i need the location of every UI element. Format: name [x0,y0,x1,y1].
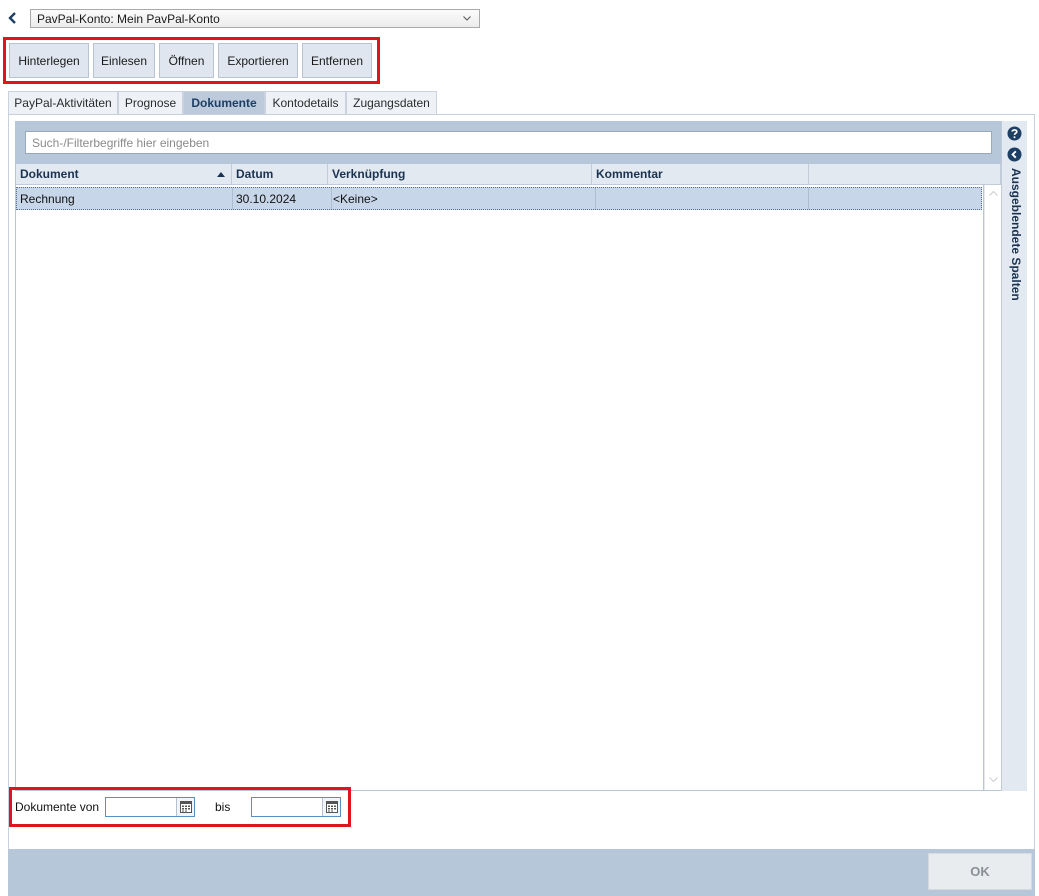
table-body [16,185,983,790]
oeffnen-button[interactable]: Öffnen [159,43,214,78]
scroll-down-icon[interactable] [988,777,999,785]
date-to-input[interactable] [252,798,322,816]
calendar-icon[interactable] [176,798,194,816]
date-from-label: Dokumente von [15,800,100,814]
tab-paypal-aktivitaeten[interactable]: PayPal-Aktivitäten [8,91,118,114]
entfernen-button[interactable]: Entfernen [302,43,372,78]
cell-dokument: Rechnung [20,188,233,209]
hidden-columns-label[interactable]: Ausgeblendete Spalten [1007,168,1023,303]
vertical-scrollbar[interactable] [984,185,1001,790]
account-select-value: PavPal-Konto: Mein PavPal-Konto [37,11,220,26]
date-from-field[interactable] [105,797,195,817]
back-button[interactable] [4,8,22,28]
help-icon[interactable] [1007,126,1022,141]
scroll-up-icon[interactable] [988,191,999,199]
cell-kommentar [597,188,809,209]
exportieren-button[interactable]: Exportieren [218,43,298,78]
calendar-icon[interactable] [322,798,340,816]
tab-kontodetails[interactable]: Kontodetails [265,91,346,114]
sort-ascending-icon [217,171,225,177]
tab-prognose[interactable]: Prognose [118,91,183,114]
tab-dokumente[interactable]: Dokumente [183,91,265,114]
cell-verknuepfung: <Keine> [333,188,596,209]
search-input[interactable] [25,131,992,154]
column-header-datum[interactable]: Datum [232,164,328,185]
column-header-dokument[interactable]: Dokument [16,164,232,185]
chevron-down-icon [461,16,473,21]
einlesen-button[interactable]: Einlesen [93,43,155,78]
date-to-label: bis [215,800,231,814]
back-chevron-icon [8,12,16,24]
footer-bar [8,849,1035,896]
date-from-input[interactable] [106,798,176,816]
column-header-kommentar[interactable]: Kommentar [592,164,809,185]
collapse-left-icon[interactable] [1007,147,1022,162]
table-row[interactable]: Rechnung 30.10.2024 <Keine> [16,187,982,210]
account-select[interactable]: PavPal-Konto: Mein PavPal-Konto [30,9,480,28]
cell-datum: 30.10.2024 [236,188,332,209]
tab-zugangsdaten[interactable]: Zugangsdaten [346,91,437,114]
hinterlegen-button[interactable]: Hinterlegen [9,43,89,78]
column-header-empty [809,164,1001,185]
column-header-verknuepfung[interactable]: Verknüpfung [328,164,592,185]
date-to-field[interactable] [251,797,341,817]
ok-button[interactable]: OK [928,853,1032,890]
